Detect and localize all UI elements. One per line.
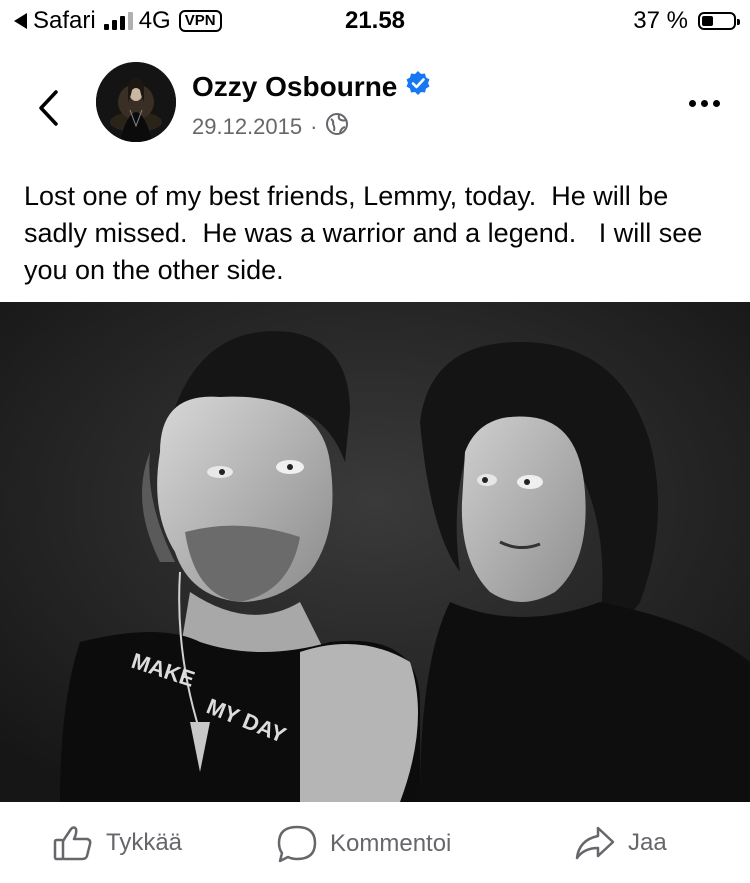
back-button[interactable] [34, 88, 64, 128]
share-label: Jaa [628, 829, 667, 856]
more-horizontal-icon [689, 100, 696, 107]
post-header: Ozzy Osbourne 29.12.2015 · [0, 52, 750, 162]
share-button[interactable]: Jaa [574, 824, 667, 862]
globe-icon [325, 112, 349, 142]
post-date[interactable]: 29.12.2015 [192, 114, 302, 140]
share-arrow-icon [575, 826, 615, 860]
status-bar: Safari 4G VPN 21.58 37 % [0, 0, 750, 44]
post-text: Lost one of my best friends, Lemmy, toda… [24, 181, 710, 285]
post-photo[interactable]: MAKE MY DAY [0, 302, 750, 802]
battery-icon [698, 12, 740, 30]
post-actions: Tykkää Kommentoi Jaa [0, 802, 750, 883]
post-meta: 29.12.2015 · [192, 112, 349, 142]
avatar[interactable] [96, 62, 176, 142]
thumbs-up-icon [53, 826, 92, 861]
like-label: Tykkää [106, 829, 183, 856]
author-name[interactable]: Ozzy Osbourne [192, 70, 431, 103]
author-name-label: Ozzy Osbourne [192, 70, 398, 102]
comment-label: Kommentoi [330, 830, 452, 857]
chevron-left-icon [39, 90, 58, 126]
photo-illustration: MAKE MY DAY [0, 302, 750, 802]
comment-button[interactable]: Kommentoi [276, 824, 451, 864]
verified-badge-icon [405, 70, 431, 103]
battery-status: 37 % [633, 7, 740, 35]
meta-separator: · [310, 114, 318, 139]
like-button[interactable]: Tykkää [52, 824, 182, 862]
comment-bubble-icon [277, 825, 317, 863]
more-options-button[interactable] [689, 100, 720, 107]
battery-percent: 37 % [633, 7, 688, 34]
